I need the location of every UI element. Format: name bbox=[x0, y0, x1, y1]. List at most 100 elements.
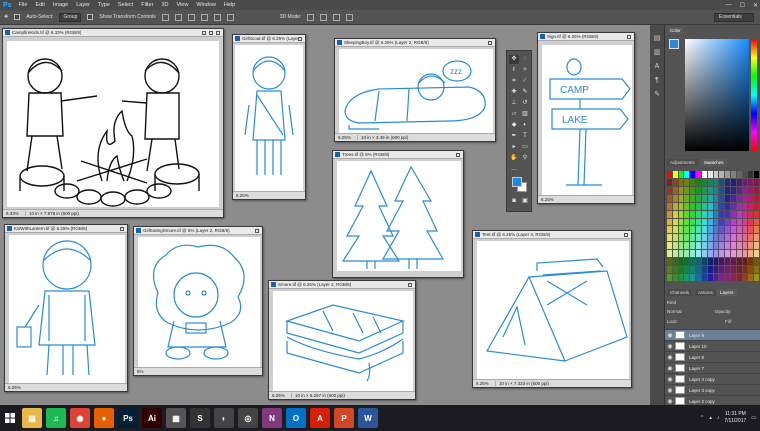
swatch[interactable] bbox=[748, 218, 754, 226]
tab-actions[interactable]: Actions bbox=[695, 289, 716, 296]
close-doc-button[interactable] bbox=[120, 226, 124, 231]
swatch[interactable] bbox=[719, 171, 725, 178]
healing-brush-tool-icon[interactable]: ✚ bbox=[509, 88, 519, 97]
layer-row[interactable]: ◉ Layer 3 copy bbox=[665, 384, 760, 395]
eye-icon[interactable]: ◉ bbox=[665, 332, 675, 339]
document-canvas[interactable]: zzz bbox=[339, 49, 493, 133]
swatch[interactable] bbox=[730, 234, 736, 242]
eye-icon[interactable]: ◉ bbox=[665, 376, 675, 383]
swatch[interactable] bbox=[667, 226, 672, 234]
document-window-girl-eating-smore[interactable]: GirlEatingSmore.tif @ 5% (Layer 2, RGB/8… bbox=[133, 226, 263, 376]
gradient-tool-icon[interactable]: ▥ bbox=[520, 110, 530, 119]
swatch[interactable] bbox=[690, 234, 696, 242]
swatch[interactable] bbox=[696, 218, 701, 226]
swatch[interactable] bbox=[701, 258, 707, 266]
document-window-tent[interactable]: Tent.tif @ 6.25% (Layer 4, RGB/8) 6.25% … bbox=[472, 230, 632, 388]
swatch[interactable] bbox=[748, 171, 754, 178]
blend-mode-dropdown[interactable]: Normal bbox=[667, 309, 682, 314]
swatch[interactable] bbox=[713, 266, 719, 274]
zoom-level[interactable]: 6.25% bbox=[233, 193, 255, 198]
menu-file[interactable]: File bbox=[15, 2, 32, 8]
swatch[interactable] bbox=[742, 210, 748, 218]
swatch[interactable] bbox=[730, 194, 736, 202]
lasso-tool-icon[interactable]: ℓ bbox=[509, 66, 519, 75]
swatch[interactable] bbox=[725, 171, 730, 178]
swatch[interactable] bbox=[667, 210, 672, 218]
swatch[interactable] bbox=[725, 258, 730, 266]
document-window-sign[interactable]: Sign.tif @ 6.25% (RGB/8) CAMP LAKE 6.25% bbox=[537, 32, 635, 204]
swatch[interactable] bbox=[667, 266, 672, 274]
swatch[interactable] bbox=[672, 266, 678, 274]
swatch[interactable] bbox=[736, 274, 742, 281]
swatch[interactable] bbox=[701, 242, 707, 250]
menu-window[interactable]: Window bbox=[192, 2, 220, 8]
layer-row[interactable]: ◉ Layer 10 bbox=[665, 340, 760, 351]
document-canvas[interactable] bbox=[337, 161, 461, 271]
firefox-icon[interactable]: ● bbox=[94, 408, 114, 428]
powerpoint-icon[interactable]: P bbox=[334, 408, 354, 428]
swatch[interactable] bbox=[690, 186, 696, 194]
chrome-icon[interactable]: ◉ bbox=[70, 408, 90, 428]
swatch[interactable] bbox=[678, 234, 684, 242]
show-transform-checkbox[interactable] bbox=[87, 14, 94, 20]
sketchbook-icon[interactable]: S bbox=[190, 408, 210, 428]
swatch[interactable] bbox=[696, 178, 701, 186]
swatch[interactable] bbox=[719, 258, 725, 266]
swatch[interactable] bbox=[701, 194, 707, 202]
swatch[interactable] bbox=[667, 202, 672, 210]
swatch[interactable] bbox=[719, 218, 725, 226]
swatch[interactable] bbox=[707, 194, 713, 202]
document-tab[interactable]: Trees.tif @ 5% (RGB/8) bbox=[333, 151, 463, 159]
swatch[interactable] bbox=[707, 218, 713, 226]
swatch[interactable] bbox=[672, 250, 678, 258]
swatch[interactable] bbox=[672, 210, 678, 218]
swatch[interactable] bbox=[684, 258, 690, 266]
swatch[interactable] bbox=[678, 258, 684, 266]
swatch[interactable] bbox=[730, 266, 736, 274]
tab-adjustments[interactable]: Adjustments bbox=[667, 159, 698, 166]
swatch[interactable] bbox=[690, 226, 696, 234]
swatch[interactable] bbox=[719, 178, 725, 186]
swatch[interactable] bbox=[678, 274, 684, 281]
swatch[interactable] bbox=[725, 202, 730, 210]
close-doc-button[interactable] bbox=[255, 228, 259, 233]
swatch[interactable] bbox=[707, 210, 713, 218]
menu-type[interactable]: Type bbox=[94, 2, 114, 8]
swatch[interactable] bbox=[736, 234, 742, 242]
photoshop-icon[interactable]: Ps bbox=[118, 408, 138, 428]
swatch[interactable] bbox=[667, 218, 672, 226]
document-tab[interactable]: Tent.tif @ 6.25% (Layer 4, RGB/8) bbox=[473, 231, 631, 239]
swatch[interactable] bbox=[719, 186, 725, 194]
3d-pan-icon[interactable] bbox=[333, 13, 341, 21]
layer-row[interactable]: ◉ Layer 7 bbox=[665, 362, 760, 373]
swatch[interactable] bbox=[701, 250, 707, 258]
auto-select-checkbox[interactable] bbox=[14, 14, 21, 20]
document-canvas[interactable] bbox=[235, 45, 303, 191]
swatch[interactable] bbox=[678, 171, 684, 178]
swatch[interactable] bbox=[713, 178, 719, 186]
swatch[interactable] bbox=[713, 186, 719, 194]
illustrator-icon[interactable]: Ai bbox=[142, 408, 162, 428]
swatch[interactable] bbox=[701, 226, 707, 234]
swatch[interactable] bbox=[672, 258, 678, 266]
volume-icon[interactable]: ♪ bbox=[717, 415, 720, 421]
swatch[interactable] bbox=[713, 210, 719, 218]
swatch[interactable] bbox=[690, 250, 696, 258]
swatch[interactable] bbox=[696, 194, 701, 202]
swatch[interactable] bbox=[719, 250, 725, 258]
swatch[interactable] bbox=[672, 194, 678, 202]
swatch[interactable] bbox=[725, 250, 730, 258]
swatch[interactable] bbox=[684, 242, 690, 250]
swatch[interactable] bbox=[678, 194, 684, 202]
document-tab[interactable]: GirlEatingSmore.tif @ 5% (Layer 2, RGB/8… bbox=[134, 227, 262, 235]
close-doc-button[interactable] bbox=[456, 152, 460, 157]
swatch[interactable] bbox=[725, 226, 730, 234]
swatch[interactable] bbox=[730, 274, 736, 281]
swatch[interactable] bbox=[672, 226, 678, 234]
menu-select[interactable]: Select bbox=[114, 2, 137, 8]
swatch[interactable] bbox=[678, 210, 684, 218]
chevron-up-icon[interactable]: ⌃ bbox=[700, 415, 704, 421]
swatch[interactable] bbox=[748, 234, 754, 242]
swatch[interactable] bbox=[736, 178, 742, 186]
swatch[interactable] bbox=[678, 226, 684, 234]
